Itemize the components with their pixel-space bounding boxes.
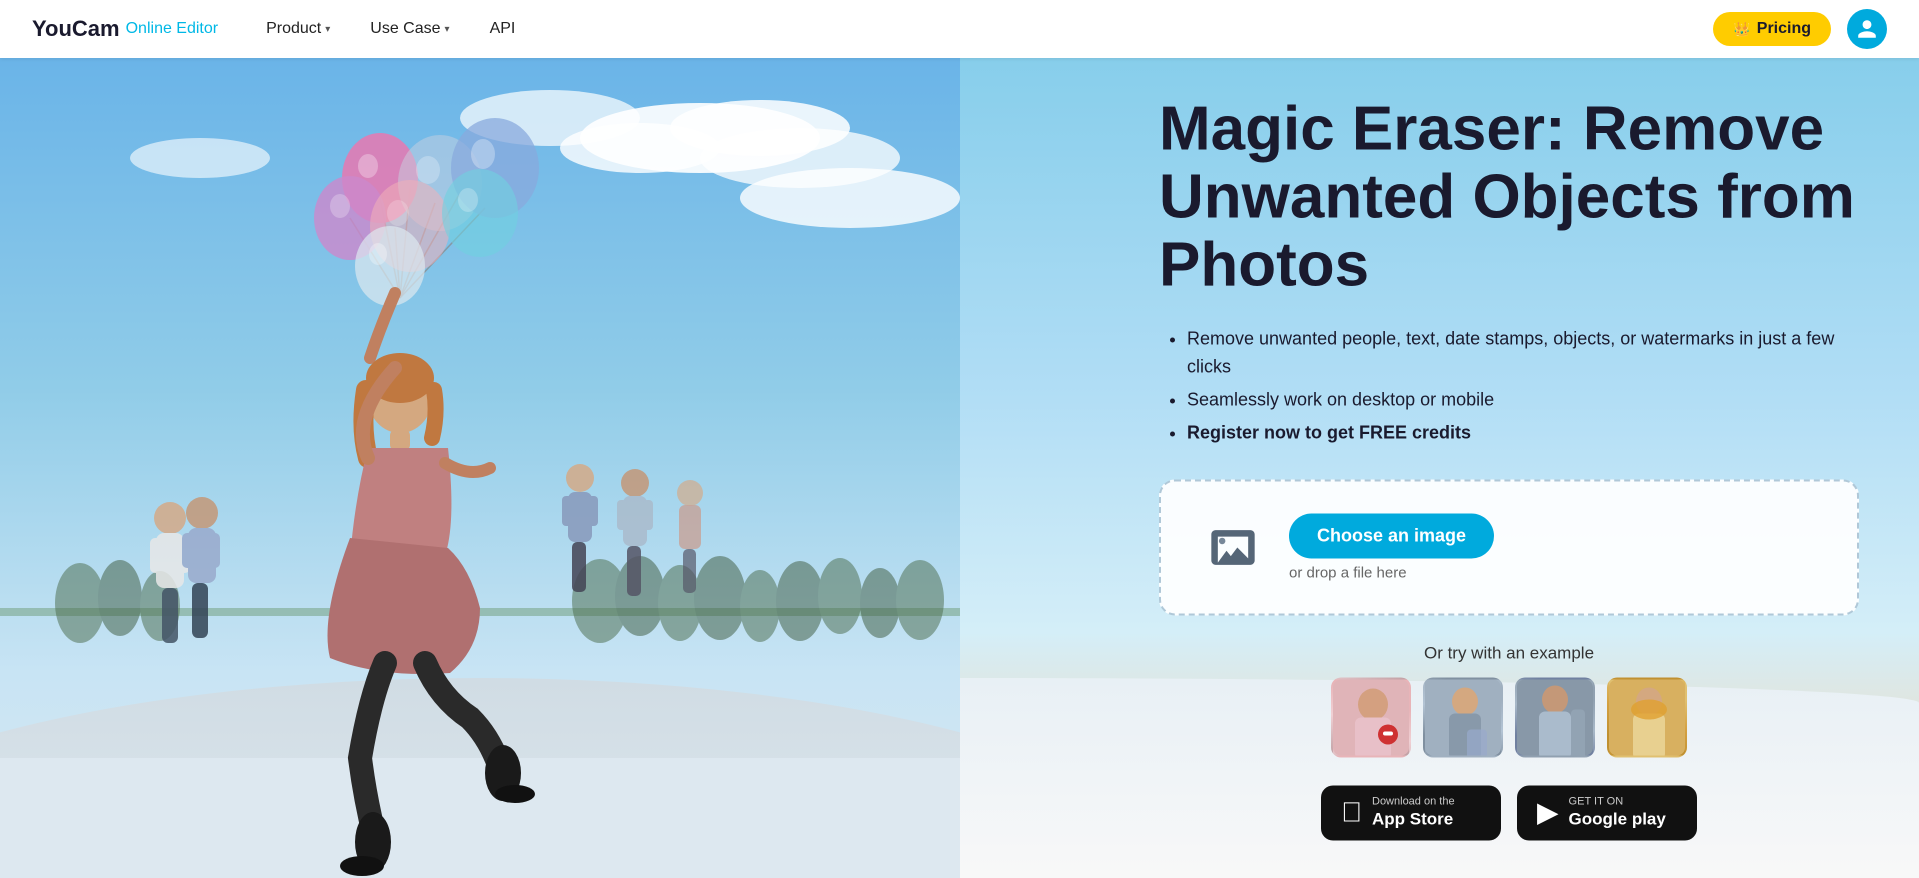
chevron-down-icon: ▾ [445,24,450,35]
hero-scene-svg [0,58,960,878]
hero-title: Magic Eraser: Remove Unwanted Objects fr… [1159,95,1859,300]
logo-youcam: YouCam [32,16,120,42]
nav-item-api[interactable]: API [474,12,532,46]
hero-bullet-2: Seamlessly work on desktop or mobile [1187,386,1859,415]
hero-content: Magic Eraser: Remove Unwanted Objects fr… [1159,95,1859,840]
examples-label: Or try with an example [1159,643,1859,663]
crown-icon: 👑 [1733,21,1750,38]
photo-icon [1207,521,1259,573]
example-thumb-2[interactable] [1423,677,1503,757]
example-thumb-1[interactable] [1331,677,1411,757]
google-play-text: GET IT ON Google play [1569,795,1666,830]
logo-link[interactable]: YouCam Online Editor [32,16,218,42]
hero-left-scene [0,58,960,878]
google-play-icon: ▶ [1537,799,1559,827]
nav-links: Product ▾ Use Case ▾ API 👑 Pricing [250,12,1831,46]
hero-bullet-3: Register now to get FREE credits [1187,418,1859,447]
example-thumbs [1159,677,1859,757]
app-buttons:  Download on the App Store ▶ GET IT ON … [1159,785,1859,840]
nav-item-use-case[interactable]: Use Case ▾ [354,12,465,46]
logo-online-editor: Online Editor [126,20,219,38]
upload-box[interactable]: Choose an image or drop a file here [1159,479,1859,615]
user-avatar[interactable] [1847,9,1887,49]
hero-bullets: Remove unwanted people, text, date stamp… [1159,324,1859,447]
image-upload-icon [1201,515,1265,579]
choose-image-button[interactable]: Choose an image [1289,513,1494,558]
user-icon [1856,18,1878,40]
navbar: YouCam Online Editor Product ▾ Use Case … [0,0,1919,58]
app-store-text: Download on the App Store [1372,795,1455,830]
hero-section: Magic Eraser: Remove Unwanted Objects fr… [0,58,1919,878]
chevron-down-icon: ▾ [325,24,330,35]
drop-label: or drop a file here [1289,564,1494,581]
example-thumb-3[interactable] [1515,677,1595,757]
google-play-button[interactable]: ▶ GET IT ON Google play [1517,785,1697,840]
upload-text: Choose an image or drop a file here [1289,513,1494,581]
pricing-button[interactable]: 👑 Pricing [1713,12,1831,46]
example-thumb-4[interactable] [1607,677,1687,757]
nav-item-product[interactable]: Product ▾ [250,12,346,46]
hero-bullet-1: Remove unwanted people, text, date stamp… [1187,324,1859,382]
app-store-button[interactable]:  Download on the App Store [1321,785,1501,840]
apple-icon:  [1341,799,1362,827]
